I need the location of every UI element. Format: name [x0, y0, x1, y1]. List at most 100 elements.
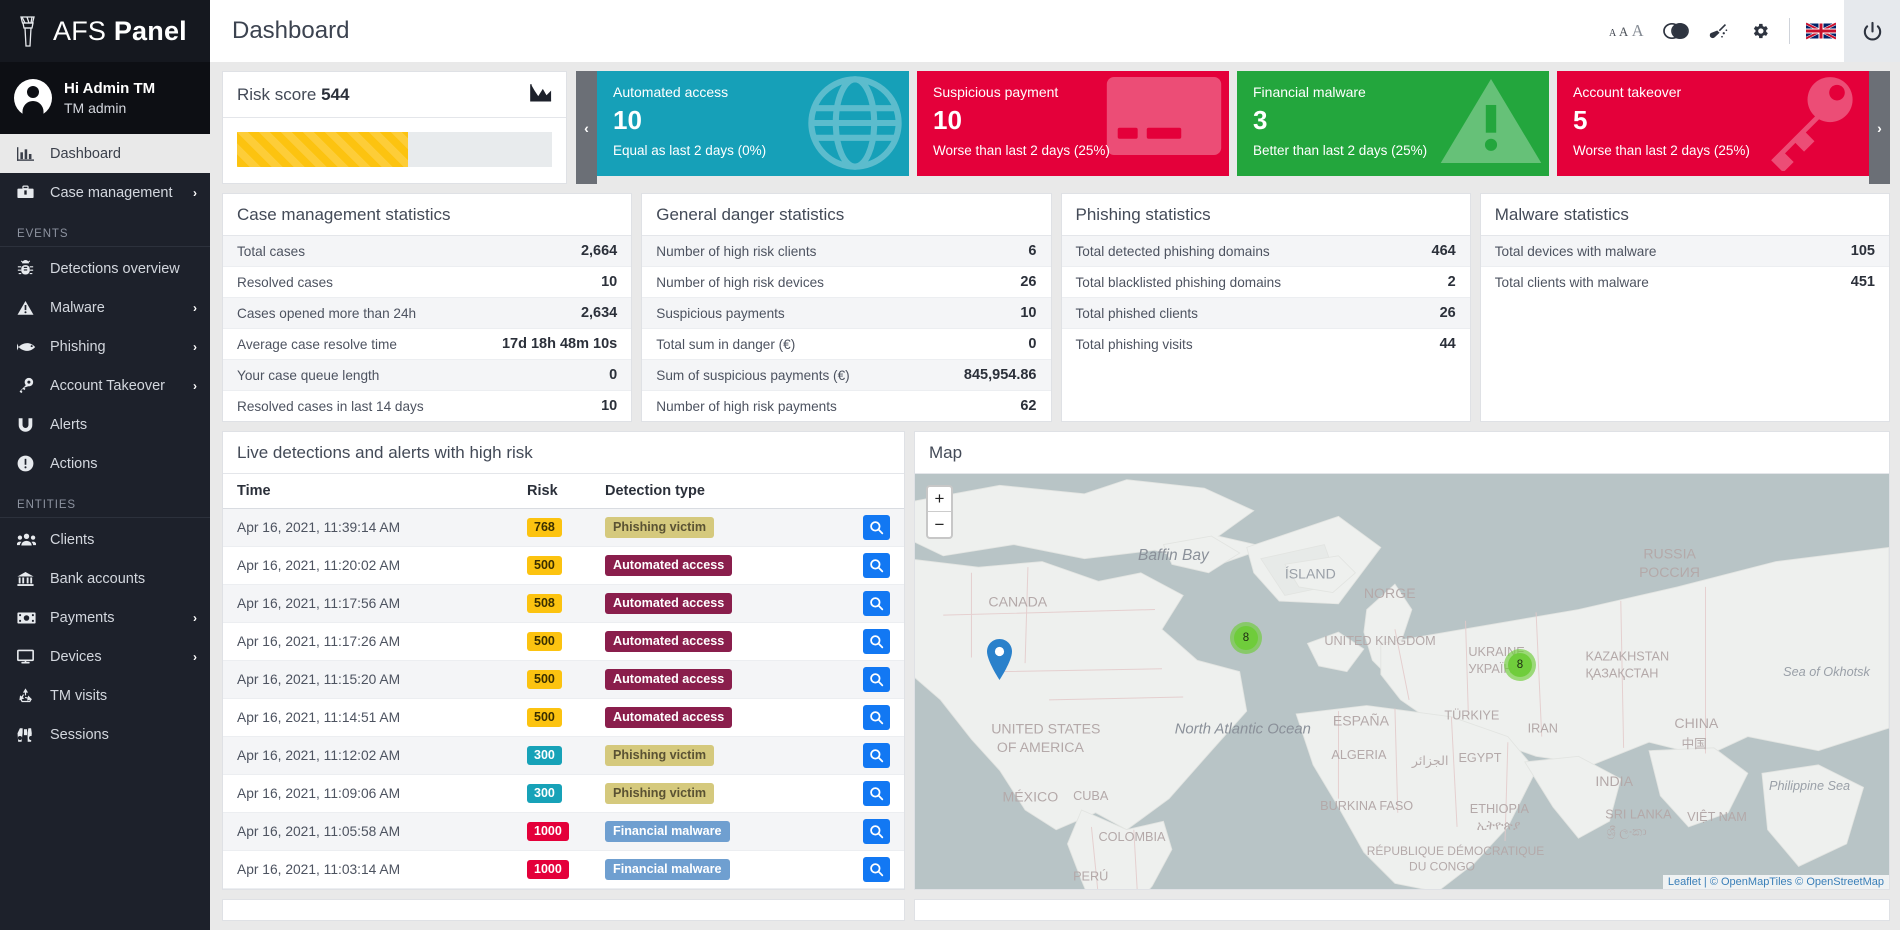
stat-value: 845,954.86	[964, 367, 1037, 383]
kpi-card-account takeover[interactable]: Account takeover5Worse than last 2 days …	[1557, 71, 1869, 176]
stat-row: Total phishing visits44	[1062, 329, 1470, 359]
map-body[interactable]: Baffin BayÍSLANDCANADANORGERUSSIAРОССИЯU…	[915, 474, 1889, 889]
map-label: North Atlantic Ocean	[1175, 722, 1311, 738]
search-magnifier-icon[interactable]	[863, 743, 890, 768]
font-size-icon[interactable]: AAA	[1603, 0, 1655, 62]
table-row[interactable]: Apr 16, 2021, 11:15:20 AM500Automated ac…	[223, 661, 904, 699]
search-magnifier-icon[interactable]	[863, 857, 890, 882]
sidebar-item-bank accounts[interactable]: Bank accounts	[0, 559, 210, 598]
kpi-prev-button[interactable]: ‹	[576, 71, 597, 184]
sidebar-item-tm visits[interactable]: TM visits	[0, 676, 210, 715]
stat-row: Cases opened more than 24h2,634	[223, 298, 631, 329]
stat-value: 0	[1028, 336, 1036, 352]
search-magnifier-icon[interactable]	[863, 781, 890, 806]
sidebar-item-clients[interactable]: Clients	[0, 520, 210, 559]
map-pin-marker[interactable]	[987, 639, 1012, 685]
column-header-time[interactable]: Time	[223, 474, 513, 509]
contrast-icon[interactable]	[1655, 0, 1697, 62]
sidebar-item-payments[interactable]: Payments›	[0, 598, 210, 637]
risk-badge: 500	[527, 708, 562, 727]
cell-risk: 1000	[513, 813, 591, 851]
stat-row: Total cases2,664	[223, 236, 631, 267]
detection-type-tag: Automated access	[605, 669, 732, 690]
stats-card-case management statistics: Case management statisticsTotal cases2,6…	[222, 193, 632, 422]
sidebar-item-actions[interactable]: Actions	[0, 444, 210, 483]
sidebar-item-detections overview[interactable]: Detections overview	[0, 249, 210, 288]
power-icon[interactable]	[1844, 0, 1900, 62]
uk-flag-icon[interactable]	[1798, 0, 1844, 62]
search-magnifier-icon[interactable]	[863, 591, 890, 616]
search-magnifier-icon[interactable]	[863, 629, 890, 654]
stat-label: Total sum in danger (€)	[656, 337, 795, 352]
column-header-detection-type[interactable]: Detection type	[591, 474, 849, 509]
table-row[interactable]: Apr 16, 2021, 11:39:14 AM768Phishing vic…	[223, 509, 904, 547]
stat-label: Total clients with malware	[1495, 275, 1649, 290]
sidebar-item-dashboard[interactable]: Dashboard	[0, 134, 210, 173]
fish-icon	[17, 340, 41, 354]
kpi-next-button[interactable]: ›	[1869, 71, 1890, 184]
sidebar-nav: DashboardCase management›EVENTSDetection…	[0, 134, 210, 754]
map-cluster-marker[interactable]: 8	[1504, 649, 1536, 681]
detection-type-tag: Automated access	[605, 631, 732, 652]
map-label: OF AMERICA	[997, 739, 1085, 755]
user-role: TM admin	[64, 99, 155, 117]
sidebar-item-phishing[interactable]: Phishing›	[0, 327, 210, 366]
kpi-card-financial malware[interactable]: Financial malware3Better than last 2 day…	[1237, 71, 1549, 176]
main-area: Dashboard AAA	[210, 0, 1900, 930]
map-zoom-out-button[interactable]: −	[928, 512, 951, 537]
stat-label: Suspicious payments	[656, 306, 784, 321]
sidebar-item-label: Dashboard	[50, 146, 197, 162]
svg-text:A: A	[1632, 23, 1644, 40]
table-row[interactable]: Apr 16, 2021, 11:20:02 AM500Automated ac…	[223, 547, 904, 585]
table-row[interactable]: Apr 16, 2021, 11:03:14 AM1000Financial m…	[223, 851, 904, 889]
map-zoom-in-button[interactable]: +	[928, 487, 951, 512]
table-row[interactable]: Apr 16, 2021, 11:14:51 AM500Automated ac…	[223, 699, 904, 737]
detection-type-tag: Automated access	[605, 707, 732, 728]
chart-bar-icon	[17, 146, 41, 162]
table-row[interactable]: Apr 16, 2021, 11:12:02 AM300Phishing vic…	[223, 737, 904, 775]
map-attribution[interactable]: Leaflet | © OpenMapTiles © OpenStreetMap	[1663, 875, 1889, 889]
cell-time: Apr 16, 2021, 11:03:14 AM	[223, 851, 513, 889]
cell-risk: 500	[513, 661, 591, 699]
sidebar-item-account takeover[interactable]: Account Takeover›	[0, 366, 210, 405]
sidebar-item-devices[interactable]: Devices›	[0, 637, 210, 676]
stat-value: 26	[1020, 274, 1036, 290]
stat-label: Resolved cases in last 14 days	[237, 399, 424, 414]
sidebar-item-alerts[interactable]: Alerts	[0, 405, 210, 444]
sidebar-item-malware[interactable]: Malware›	[0, 288, 210, 327]
table-row[interactable]: Apr 16, 2021, 11:17:26 AM500Automated ac…	[223, 623, 904, 661]
area-chart-icon[interactable]	[530, 83, 552, 107]
table-row[interactable]: Apr 16, 2021, 11:17:56 AM508Automated ac…	[223, 585, 904, 623]
chevron-right-icon: ›	[193, 379, 197, 393]
kpi-label: Automated access	[613, 84, 893, 100]
table-row[interactable]: Apr 16, 2021, 11:09:06 AM300Phishing vic…	[223, 775, 904, 813]
search-magnifier-icon[interactable]	[863, 819, 890, 844]
search-magnifier-icon[interactable]	[863, 667, 890, 692]
stats-card-malware statistics: Malware statisticsTotal devices with mal…	[1480, 193, 1890, 422]
column-header-risk[interactable]: Risk	[513, 474, 591, 509]
map-cluster-marker[interactable]: 8	[1230, 622, 1262, 654]
search-magnifier-icon[interactable]	[863, 515, 890, 540]
kpi-card-automated access[interactable]: Automated access10Equal as last 2 days (…	[597, 71, 909, 176]
sidebar-item-label: Devices	[50, 649, 193, 665]
map-label: PERÚ	[1073, 869, 1108, 884]
kpi-card-suspicious payment[interactable]: Suspicious payment10Worse than last 2 da…	[917, 71, 1229, 176]
user-box[interactable]: Hi Admin TM TM admin	[0, 62, 210, 134]
stat-row: Number of high risk devices26	[642, 267, 1050, 298]
bottom-strip	[222, 899, 1890, 921]
stat-value: 2,634	[581, 305, 617, 321]
search-magnifier-icon[interactable]	[863, 705, 890, 730]
brand-header[interactable]: AFS Panel	[0, 0, 210, 62]
gear-icon[interactable]	[1739, 0, 1781, 62]
broom-icon[interactable]	[1697, 0, 1739, 62]
stat-value: 2	[1448, 274, 1456, 290]
sidebar-item-case management[interactable]: Case management›	[0, 173, 210, 212]
stat-label: Total phishing visits	[1076, 337, 1193, 352]
map-label: ESPAÑA	[1333, 712, 1390, 728]
risk-score-title: Risk score 544	[237, 85, 349, 105]
search-magnifier-icon[interactable]	[863, 553, 890, 578]
cell-risk: 500	[513, 699, 591, 737]
table-row[interactable]: Apr 16, 2021, 11:05:58 AM1000Financial m…	[223, 813, 904, 851]
sidebar-item-sessions[interactable]: Sessions	[0, 715, 210, 754]
cell-time: Apr 16, 2021, 11:09:06 AM	[223, 775, 513, 813]
